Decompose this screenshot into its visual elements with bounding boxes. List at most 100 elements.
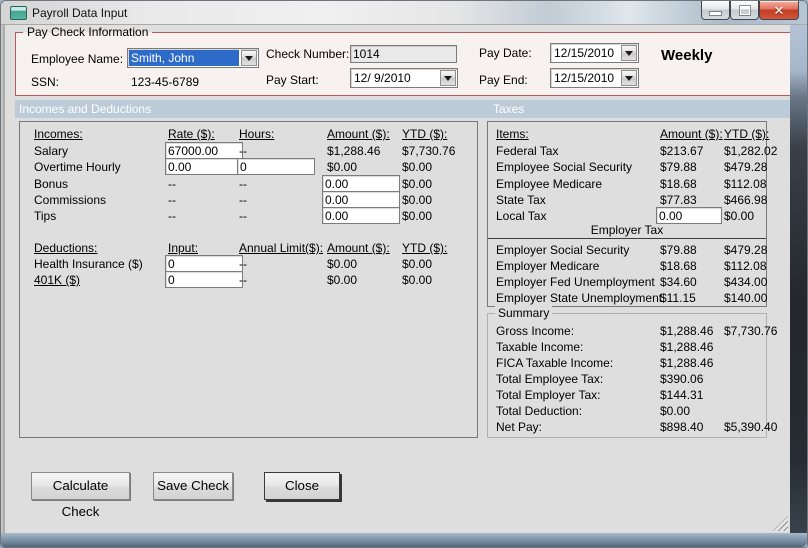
maximize-icon	[739, 5, 750, 15]
col-hours: Hours:	[239, 127, 275, 141]
incomes-header-row: Incomes: Rate ($): Hours: Amount ($): YT…	[20, 127, 477, 143]
tax-row-employer-ss: Employer Social Security $79.88 $479.28	[488, 243, 768, 259]
overtime-hours-input[interactable]	[237, 158, 315, 175]
incomes-section-header: Incomes and Deductions	[19, 102, 152, 116]
pay-start-label: Pay Start:	[266, 73, 319, 87]
col-ytd: YTD ($):	[402, 127, 448, 141]
summary-row-taxable: Taxable Income: $1,288.46	[488, 340, 766, 356]
k401-limit: --	[239, 273, 247, 287]
health-insurance-input[interactable]	[165, 255, 243, 272]
pay-end-dropdown-button[interactable]	[621, 70, 637, 86]
gross-income-ytd: $7,730.76	[724, 324, 778, 338]
pay-frequency-label: Weekly	[661, 47, 713, 64]
close-button[interactable]: Close	[264, 472, 340, 500]
federal-tax-amount: $213.67	[660, 144, 704, 158]
income-row-tips: Tips -- -- $0.00	[20, 207, 477, 225]
employee-name-dropdown-button[interactable]	[241, 50, 257, 66]
incomes-deductions-panel: Incomes: Rate ($): Hours: Amount ($): YT…	[19, 121, 478, 438]
close-window-button[interactable]: ✕	[759, 1, 799, 20]
maximize-button[interactable]	[730, 1, 759, 20]
tips-amount-input[interactable]	[322, 207, 400, 224]
health-insurance-limit: --	[239, 257, 247, 271]
deductions-header-row: Deductions: Input: Annual Limit($): Amou…	[20, 241, 477, 257]
local-tax-ytd: $0.00	[724, 209, 755, 223]
tax-row-employee-medicare: Employee Medicare $18.68 $112.08	[488, 177, 767, 193]
pay-start-select[interactable]: 12/ 9/2010	[350, 68, 458, 88]
salary-ytd: $7,730.76	[402, 144, 456, 158]
income-row-bonus: Bonus -- -- $0.00	[20, 175, 477, 193]
employee-name-value: Smith, John	[129, 50, 239, 66]
total-employer-tax-label: Total Employer Tax:	[496, 388, 601, 402]
section-header-bar: Incomes and Deductions Taxes	[15, 100, 791, 118]
col-incomes: Incomes:	[34, 127, 83, 141]
summary-group: Gross Income: $1,288.46 $7,730.76 Taxabl…	[487, 313, 777, 438]
taxes-panel: Items: Amount ($): YTD ($): Federal Tax …	[487, 121, 777, 307]
pay-date-value: 12/15/2010	[554, 46, 615, 60]
pay-date-select[interactable]: 12/15/2010	[550, 43, 639, 63]
health-insurance-amount: $0.00	[327, 257, 358, 271]
col-annual-limit: Annual Limit($):	[239, 241, 324, 255]
pay-end-value: 12/15/2010	[554, 71, 615, 85]
window-frame-left	[1, 25, 5, 535]
total-deduction-label: Total Deduction:	[496, 404, 583, 418]
employer-state-unemployment-amount: $11.15	[660, 291, 696, 305]
tax-row-employee-ss: Employee Social Security $79.88 $479.28	[488, 160, 768, 176]
pay-date-dropdown-button[interactable]	[621, 45, 637, 61]
salary-rate-input[interactable]	[165, 142, 243, 159]
bonus-rate: --	[168, 177, 176, 191]
pay-start-dropdown-button[interactable]	[440, 70, 456, 86]
bonus-hours: --	[239, 177, 247, 191]
chevron-down-icon	[625, 75, 633, 81]
deduction-row-401k: 401K ($) -- $0.00 $0.00	[20, 271, 477, 289]
overtime-rate-input[interactable]	[165, 158, 243, 175]
col-deductions: Deductions:	[34, 241, 98, 255]
tips-hours: --	[239, 209, 247, 223]
federal-tax-label: Federal Tax	[496, 144, 559, 158]
save-check-button[interactable]: Save Check	[153, 472, 233, 500]
k401-link[interactable]: 401K ($)	[34, 273, 80, 287]
calculate-check-button[interactable]: Calculate Check	[31, 472, 130, 519]
total-employer-tax-amount: $144.31	[660, 388, 704, 402]
federal-tax-ytd: $1,282.02	[724, 144, 778, 158]
local-tax-input[interactable]	[656, 207, 722, 224]
k401-input[interactable]	[165, 271, 243, 288]
taxes-header-row: Items: Amount ($): YTD ($):	[488, 127, 770, 143]
summary-row-fica: FICA Taxable Income: $1,288.46	[488, 356, 766, 372]
pay-end-select[interactable]: 12/15/2010	[550, 68, 639, 88]
col-items: Items:	[496, 127, 529, 141]
col-rate: Rate ($):	[168, 127, 215, 141]
paycheck-info-group-label: Pay Check Information	[23, 25, 153, 39]
employer-ss-ytd: $479.28	[724, 243, 768, 257]
employer-tax-divider	[488, 238, 766, 239]
bonus-ytd: $0.00	[402, 177, 433, 191]
col-ded-ytd: YTD ($):	[402, 241, 448, 255]
chevron-down-icon	[444, 75, 452, 81]
state-tax-amount: $77.83	[660, 193, 697, 207]
employee-ss-ytd: $479.28	[724, 160, 768, 174]
ssn-value: 123-45-6789	[131, 75, 200, 89]
employer-ss-label: Employer Social Security	[496, 243, 630, 257]
check-number-input[interactable]	[350, 45, 457, 63]
title-bar: Payroll Data Input	[1, 1, 807, 25]
income-row-commissions: Commissions -- -- $0.00	[20, 191, 477, 209]
employer-fed-unemployment-label: Employer Fed Unemployment	[496, 275, 655, 289]
check-number-label: Check Number:	[266, 47, 350, 61]
overtime-label: Overtime Hourly	[34, 160, 121, 174]
employee-name-select[interactable]: Smith, John	[127, 48, 259, 68]
state-tax-label: State Tax	[496, 193, 546, 207]
window-frame-right	[790, 25, 807, 535]
commissions-amount-input[interactable]	[322, 191, 400, 208]
employer-medicare-label: Employer Medicare	[496, 259, 600, 273]
col-tax-ytd: YTD ($):	[724, 127, 770, 141]
minimize-button[interactable]	[701, 1, 730, 20]
income-row-overtime: Overtime Hourly $0.00 $0.00	[20, 158, 477, 176]
employer-medicare-ytd: $112.08	[724, 259, 767, 273]
ssn-label: SSN:	[31, 75, 60, 89]
chevron-down-icon	[625, 50, 633, 56]
bonus-amount-input[interactable]	[322, 175, 400, 192]
total-deduction-amount: $0.00	[660, 404, 691, 418]
commissions-hours: --	[239, 193, 247, 207]
total-employee-tax-amount: $390.06	[660, 372, 704, 386]
employer-tax-section-label: Employer Tax	[590, 223, 664, 237]
tax-row-federal: Federal Tax $213.67 $1,282.02	[488, 144, 777, 160]
